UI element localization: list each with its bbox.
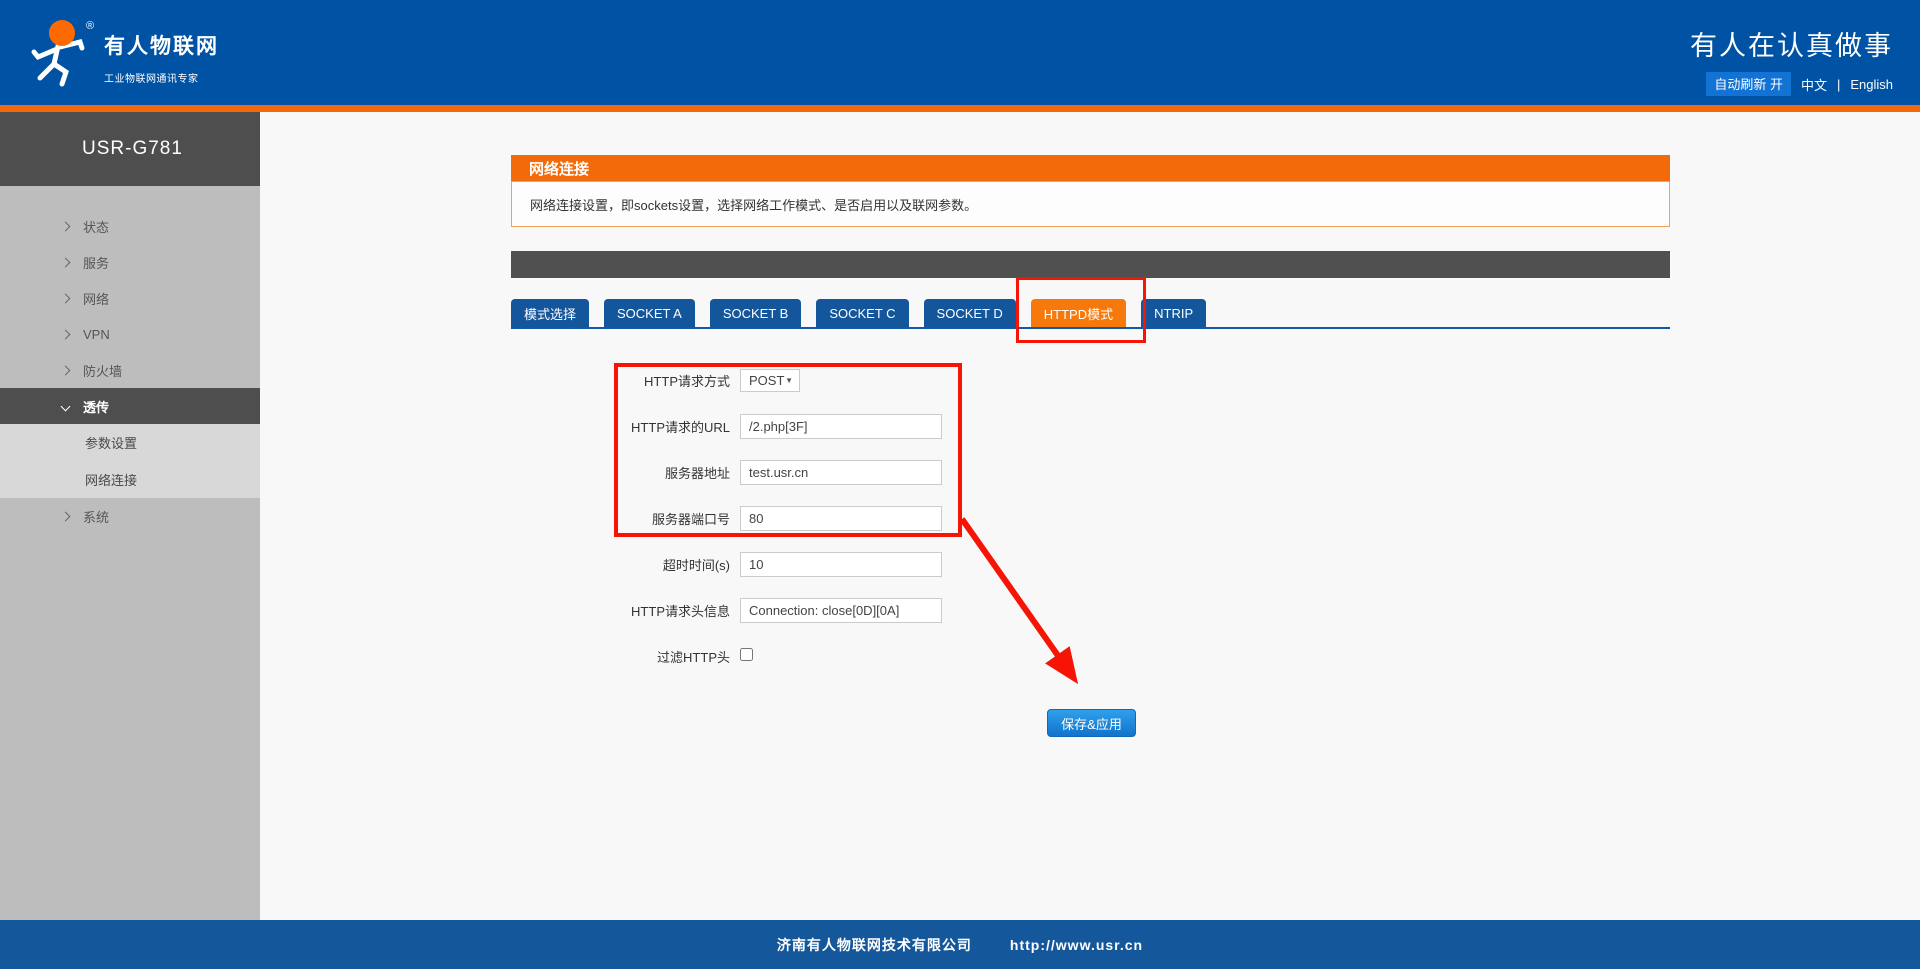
brand-subtitle: 工业物联网通讯专家 xyxy=(104,70,219,85)
form-row-server-address: 服务器地址 xyxy=(511,460,1670,485)
sidebar-item-label: 系统 xyxy=(83,507,109,526)
registered-mark: ® xyxy=(86,20,94,32)
selected-option: POST xyxy=(749,373,784,388)
chevron-right-icon xyxy=(61,257,71,267)
http-header-input[interactable] xyxy=(740,598,942,623)
header-links: 自动刷新 开 中文 | English xyxy=(1706,72,1893,96)
sidebar-item-status[interactable]: 状态 xyxy=(0,208,260,244)
form-row-http-header: HTTP请求头信息 xyxy=(511,598,1670,623)
field-label: 超时时间(s) xyxy=(511,555,730,574)
header-slogan: 有人在认真做事 xyxy=(1690,24,1893,63)
app-header: ® 有人物联网 工业物联网通讯专家 有人在认真做事 自动刷新 开 中文 | En… xyxy=(0,0,1920,105)
lang-separator: | xyxy=(1837,77,1840,92)
sidebar-item-transparent-transmission[interactable]: 透传 xyxy=(0,388,260,424)
sidebar-item-label: 透传 xyxy=(83,397,109,416)
field-label: HTTP请求的URL xyxy=(511,417,730,436)
field-label: HTTP请求方式 xyxy=(511,371,730,390)
form-row-server-port: 服务器端口号 xyxy=(511,506,1670,531)
brand-title: 有人物联网 xyxy=(104,30,219,60)
sidebar: USR-G781 状态 服务 网络 VPN 防火墙 xyxy=(0,112,260,920)
tab-socket-a[interactable]: SOCKET A xyxy=(604,299,695,327)
brand-text: 有人物联网 工业物联网通讯专家 xyxy=(100,12,219,85)
header-right: 有人在认真做事 自动刷新 开 中文 | English xyxy=(1690,0,1920,105)
sidebar-item-label: 服务 xyxy=(83,253,109,272)
page-title: 网络连接 xyxy=(511,155,1670,181)
httpd-form: HTTP请求方式 POST ▼ HTTP请求的URL 服务器地址 xyxy=(511,368,1670,737)
sidebar-item-vpn[interactable]: VPN xyxy=(0,316,260,352)
main-content: 网络连接 网络连接设置，即sockets设置，选择网络工作模式、是否启用以及联网… xyxy=(260,112,1920,920)
device-model-title: USR-G781 xyxy=(0,112,260,186)
field-label: 服务器地址 xyxy=(511,463,730,482)
tab-socket-d[interactable]: SOCKET D xyxy=(924,299,1016,327)
brand: ® 有人物联网 工业物联网通讯专家 xyxy=(0,0,219,105)
chevron-right-icon xyxy=(61,221,71,231)
chevron-right-icon xyxy=(61,365,71,375)
server-address-input[interactable] xyxy=(740,460,942,485)
form-row-timeout: 超时时间(s) xyxy=(511,552,1670,577)
sidebar-menu: 状态 服务 网络 VPN 防火墙 透传 xyxy=(0,208,260,534)
sidebar-submenu: 参数设置 网络连接 xyxy=(0,424,260,498)
chevron-right-icon xyxy=(61,329,71,339)
save-apply-button[interactable]: 保存&应用 xyxy=(1047,709,1136,737)
page-footer: 济南有人物联网技术有限公司 http://www.usr.cn xyxy=(0,920,1920,969)
form-row-http-url: HTTP请求的URL xyxy=(511,414,1670,439)
http-method-select[interactable]: POST ▼ xyxy=(740,369,800,392)
sidebar-item-network[interactable]: 网络 xyxy=(0,280,260,316)
timeout-input[interactable] xyxy=(740,552,942,577)
select-arrow-icon: ▼ xyxy=(785,376,793,385)
section-spacer-bar xyxy=(511,251,1670,278)
chevron-right-icon xyxy=(61,293,71,303)
usr-logo-icon: ® xyxy=(18,12,100,92)
tab-socket-b[interactable]: SOCKET B xyxy=(710,299,802,327)
chevron-down-icon xyxy=(61,401,71,411)
filter-http-header-checkbox[interactable] xyxy=(740,648,753,661)
tab-socket-c[interactable]: SOCKET C xyxy=(816,299,908,327)
header-accent-stripe xyxy=(0,105,1920,112)
field-label: 过滤HTTP头 xyxy=(511,647,730,666)
submenu-item-network-connection[interactable]: 网络连接 xyxy=(0,461,260,498)
sidebar-item-label: 状态 xyxy=(83,217,109,236)
submenu-item-parameter-settings[interactable]: 参数设置 xyxy=(0,424,260,461)
lang-chinese-link[interactable]: 中文 xyxy=(1801,75,1827,94)
sidebar-item-services[interactable]: 服务 xyxy=(0,244,260,280)
form-row-filter-http-header: 过滤HTTP头 xyxy=(511,644,1670,669)
chevron-right-icon xyxy=(61,511,71,521)
tab-ntrip[interactable]: NTRIP xyxy=(1141,299,1206,327)
sidebar-item-label: VPN xyxy=(83,327,110,342)
field-label: 服务器端口号 xyxy=(511,509,730,528)
footer-company: 济南有人物联网技术有限公司 xyxy=(777,935,972,955)
lang-english-link[interactable]: English xyxy=(1850,77,1893,92)
http-url-input[interactable] xyxy=(740,414,942,439)
field-label: HTTP请求头信息 xyxy=(511,601,730,620)
page-description: 网络连接设置，即sockets设置，选择网络工作模式、是否启用以及联网参数。 xyxy=(511,181,1670,227)
submenu-item-label: 参数设置 xyxy=(85,433,137,452)
sidebar-item-label: 网络 xyxy=(83,289,109,308)
sidebar-item-system[interactable]: 系统 xyxy=(0,498,260,534)
sidebar-item-firewall[interactable]: 防火墙 xyxy=(0,352,260,388)
footer-url[interactable]: http://www.usr.cn xyxy=(1010,937,1143,953)
form-row-http-method: HTTP请求方式 POST ▼ xyxy=(511,368,1670,393)
tab-httpd-mode[interactable]: HTTPD模式 xyxy=(1031,299,1126,327)
tab-mode-select[interactable]: 模式选择 xyxy=(511,299,589,327)
submenu-item-label: 网络连接 xyxy=(85,470,137,489)
sidebar-item-label: 防火墙 xyxy=(83,361,122,380)
server-port-input[interactable] xyxy=(740,506,942,531)
auto-refresh-toggle[interactable]: 自动刷新 开 xyxy=(1706,72,1791,96)
tab-bar: 模式选择 SOCKET A SOCKET B SOCKET C SOCKET D… xyxy=(511,299,1670,329)
